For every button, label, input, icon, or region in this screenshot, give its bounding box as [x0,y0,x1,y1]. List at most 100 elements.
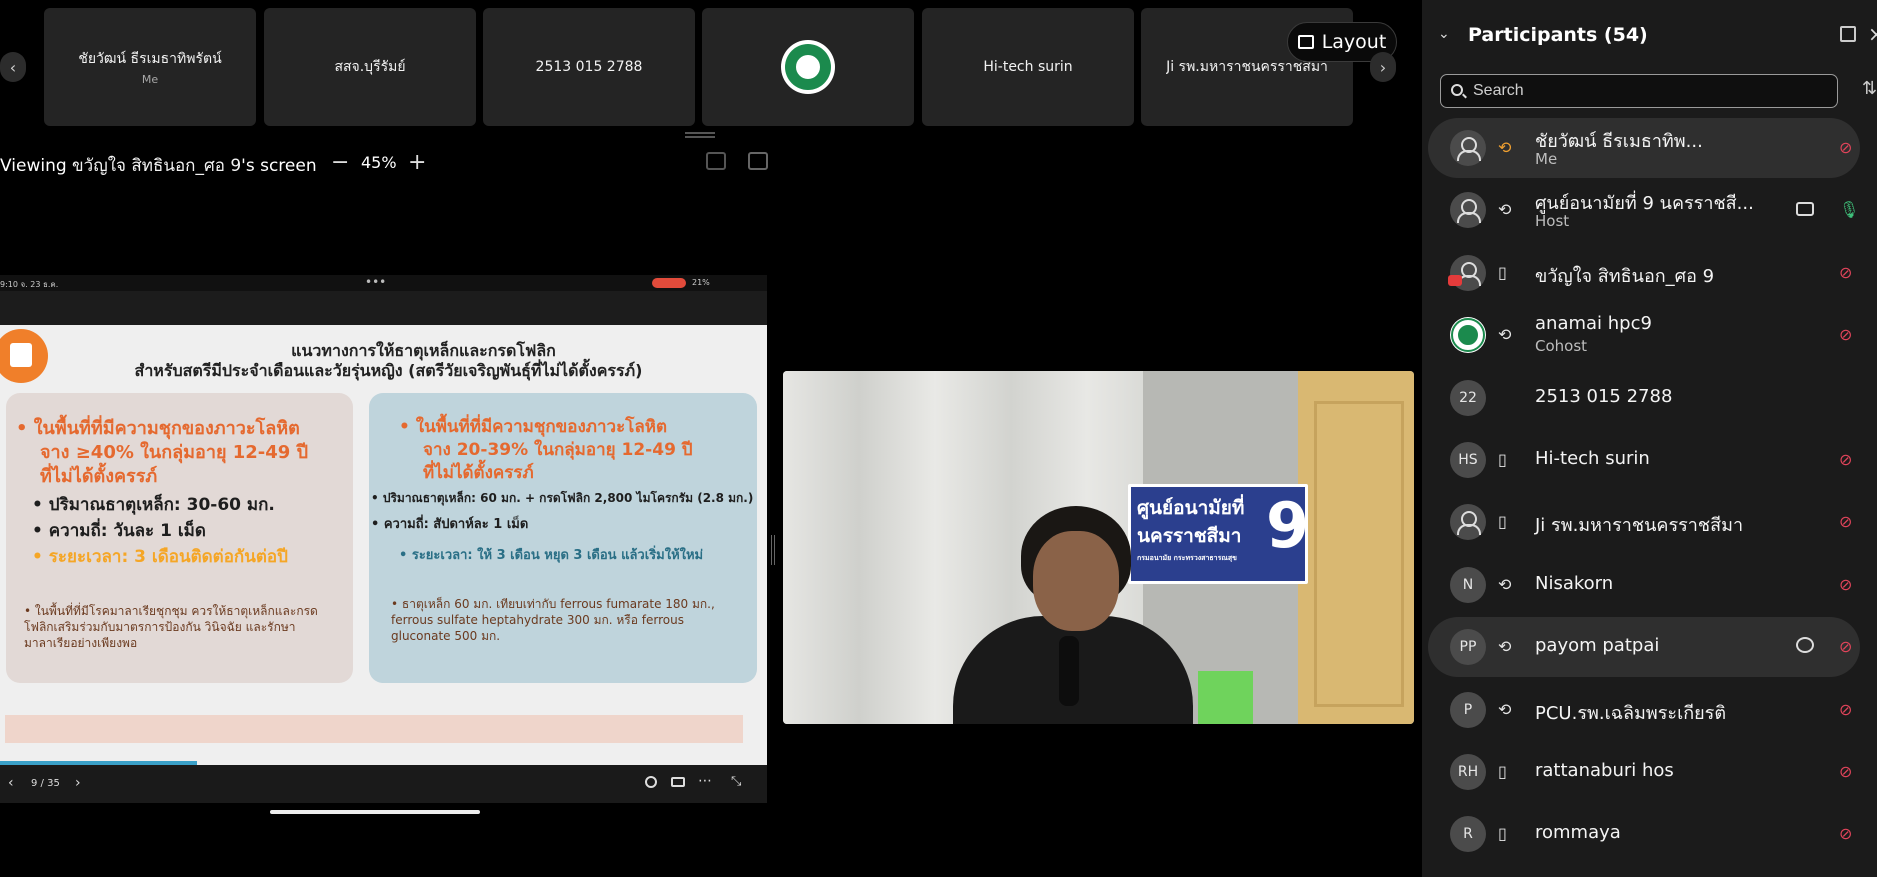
exit-fullscreen-icon[interactable]: ⤡ [731,774,741,789]
next-slide-button[interactable]: › [75,775,81,791]
participant-row[interactable]: RH ▯ rattanaburi hos ⊘ [1428,742,1860,802]
participant-search[interactable] [1440,74,1838,108]
participant-name: PCU.รพ.เฉลิมพระเกียรติ [1535,702,1727,724]
popout-icon[interactable] [1840,26,1856,42]
box-bullet: • ความถี่: สัปดาห์ละ 1 เม็ด [371,517,529,532]
tile-name: สสจ.บุรีรัมย์ [334,59,406,75]
presentation-slide: แนวทางการให้ธาตุเหล็กและกรดโฟลิก สำหรับส… [0,325,767,765]
collapse-chevron-icon[interactable]: ⌄ [1438,26,1450,42]
pane-splitter[interactable] [771,535,775,565]
microphone-muted-icon[interactable]: ⊘ [1839,325,1852,344]
box-note-text: ธาตุเหล็ก 60 มก. เทียบเท่ากับ ferrous fu… [391,597,715,643]
search-icon [1451,84,1463,96]
microphone-muted-icon[interactable]: ⊘ [1839,824,1852,843]
participant-name: rattanaburi hos [1535,760,1674,781]
participant-row[interactable]: P ⟲ PCU.รพ.เฉลิมพระเกียรติ ⊘ [1428,680,1860,740]
meeting-window: ‹ ชัยวัฒน์ ธีรเมธาทิพรัตน์ Me สสจ.บุรีรั… [0,0,1877,877]
participant-row[interactable]: ⟲ anamai hpc9 Cohost ⊘ [1428,305,1860,365]
participant-row[interactable]: N ⟲ Nisakorn ⊘ [1428,555,1860,615]
chair [1198,671,1253,724]
zoom-in-button[interactable]: + [408,150,426,175]
slide-controls: ‹ 9 / 35 › ⋯ ⤡ [0,765,767,803]
phone-icon: ▯ [1498,450,1507,469]
phone-icon: ▯ [1498,762,1507,781]
participant-row[interactable]: 22 2513 015 2788 [1428,368,1860,428]
zoom-icon[interactable] [645,776,657,788]
strip-next-button[interactable]: › [1370,52,1396,82]
initials-avatar: RH [1450,754,1486,790]
box-bullet: • ปริมาณธาตุเหล็ก: 60 มก. + กรดโฟลิก 2,8… [371,491,754,505]
microphone-muted-icon[interactable]: ⊘ [1839,263,1852,282]
microphone-muted-icon[interactable]: ⊘ [1839,450,1852,469]
sign-line: ศูนย์อนามัยที่ [1137,497,1245,519]
zoom-out-button[interactable]: − [331,150,349,175]
participant-role: Host [1535,212,1570,231]
participant-row[interactable]: PP ⟲ payom patpai ⊘ [1428,617,1860,678]
user-avatar-icon [1450,192,1486,229]
microphone-on-icon[interactable]: 🎙 [1839,200,1859,219]
box-bullet: • ระยะเวลา: 3 เดือนติดต่อกันต่อปี [32,547,288,567]
participant-name: Ji รพ.มหาราชนครราชสีมา [1535,515,1744,537]
microphone-muted-icon[interactable]: ⊘ [1839,512,1852,531]
video-tile[interactable] [702,8,914,126]
annotate-icon[interactable] [706,152,726,170]
microphone-muted-icon[interactable]: ⊘ [1839,138,1852,157]
user-avatar-icon [1450,130,1486,166]
microphone-muted-icon[interactable]: ⊘ [1839,762,1852,781]
box-heading: ที่ไม่ได้ตั้งครรภ์ [40,466,158,487]
participant-row[interactable]: HS ▯ Hi-tech surin ⊘ [1428,430,1860,490]
chevron-left-icon: ‹ [9,57,17,77]
sort-icon[interactable]: ⇅ [1862,78,1877,99]
participant-name: 2513 015 2788 [1535,385,1673,407]
video-tile[interactable]: ชัยวัฒน์ ธีรเมธาทิพรัตน์ Me [44,8,256,126]
initials-avatar: N [1450,566,1486,603]
microphone-muted-icon[interactable]: ⊘ [1839,637,1852,656]
video-tile[interactable]: สสจ.บุรีรัมย์ [264,8,476,126]
participant-row[interactable]: ▯ ขวัญใจ สิทธินอก_ศอ 9 ⊘ [1428,243,1860,303]
viewing-suffix: 's screen [241,156,317,176]
participant-role: Me [1535,150,1558,168]
recording-pill [652,278,686,288]
box-bullet: • ความถี่: วันละ 1 เม็ด [32,521,206,541]
participant-row[interactable]: ⟲ ชัยวัฒน์ ธีรเมธาทิพ... Me ⊘ [1428,118,1860,178]
close-icon[interactable]: × [1868,22,1877,46]
resize-handle[interactable] [685,132,715,138]
participant-name: Hi-tech surin [1535,448,1650,469]
headset-icon: ⟲ [1498,637,1512,657]
box-note: • ธาตุเหล็ก 60 มก. เทียบเท่ากับ ferrous … [391,597,715,643]
phone-icon: ▯ [1498,262,1507,282]
phone-icon: ▯ [1498,824,1507,844]
initials-avatar: PP [1450,629,1486,666]
participant-name: Nisakorn [1535,572,1614,594]
participant-name: payom patpai [1535,635,1660,657]
participant-row[interactable]: R ▯ rommaya ⊘ [1428,804,1860,864]
captions-icon[interactable] [671,777,685,787]
speaker-video[interactable]: ศูนย์อนามัยที่ นครราชสีมา กรมอนามัย กระท… [783,371,1414,724]
slide-counter: 9 / 35 [31,778,60,789]
search-input[interactable] [1473,75,1833,107]
strip-prev-button[interactable]: ‹ [0,52,26,82]
sign-line: นครราชสีมา [1137,525,1242,547]
camera-icon[interactable] [1796,202,1814,217]
slide-box-left: • ในพื้นที่ที่มีความชุกของภาวะโลหิต จาง … [6,393,353,683]
office-sign: ศูนย์อนามัยที่ นครราชสีมา กรมอนามัย กระท… [1128,484,1309,584]
microphone-muted-icon[interactable]: ⊘ [1839,700,1852,719]
participant-row[interactable]: ⟲ ศูนย์อนามัยที่ 9 นครราชสี... Host 🎙 [1428,180,1860,240]
video-tile[interactable]: Hi-tech surin [922,8,1134,126]
initials-avatar: 22 [1450,379,1486,416]
participant-row[interactable]: ▯ Ji รพ.มหาราชนครราชสีมา ⊘ [1428,492,1860,552]
participant-role: Cohost [1535,337,1588,356]
box-bullet: • ปริมาณธาตุเหล็ก: 30-60 มก. [32,495,275,515]
zoom-level: 45% [361,153,397,172]
video-tile[interactable]: 2513 015 2788 [483,8,695,126]
remote-control-icon[interactable] [748,152,768,170]
slide-box-right: • ในพื้นที่ที่มีความชุกของภาวะโลหิต จาง … [369,393,757,683]
more-icon[interactable]: ⋯ [698,773,712,789]
microphone-muted-icon[interactable]: ⊘ [1839,575,1852,594]
prev-slide-button[interactable]: ‹ [8,775,14,791]
chat-icon[interactable] [1796,637,1814,654]
initials-avatar: P [1450,691,1486,728]
headset-icon: ⟲ [1498,325,1512,345]
battery-level: 21% [692,278,710,287]
sign-line: กรมอนามัย กระทรวงสาธารณสุข [1137,554,1237,562]
